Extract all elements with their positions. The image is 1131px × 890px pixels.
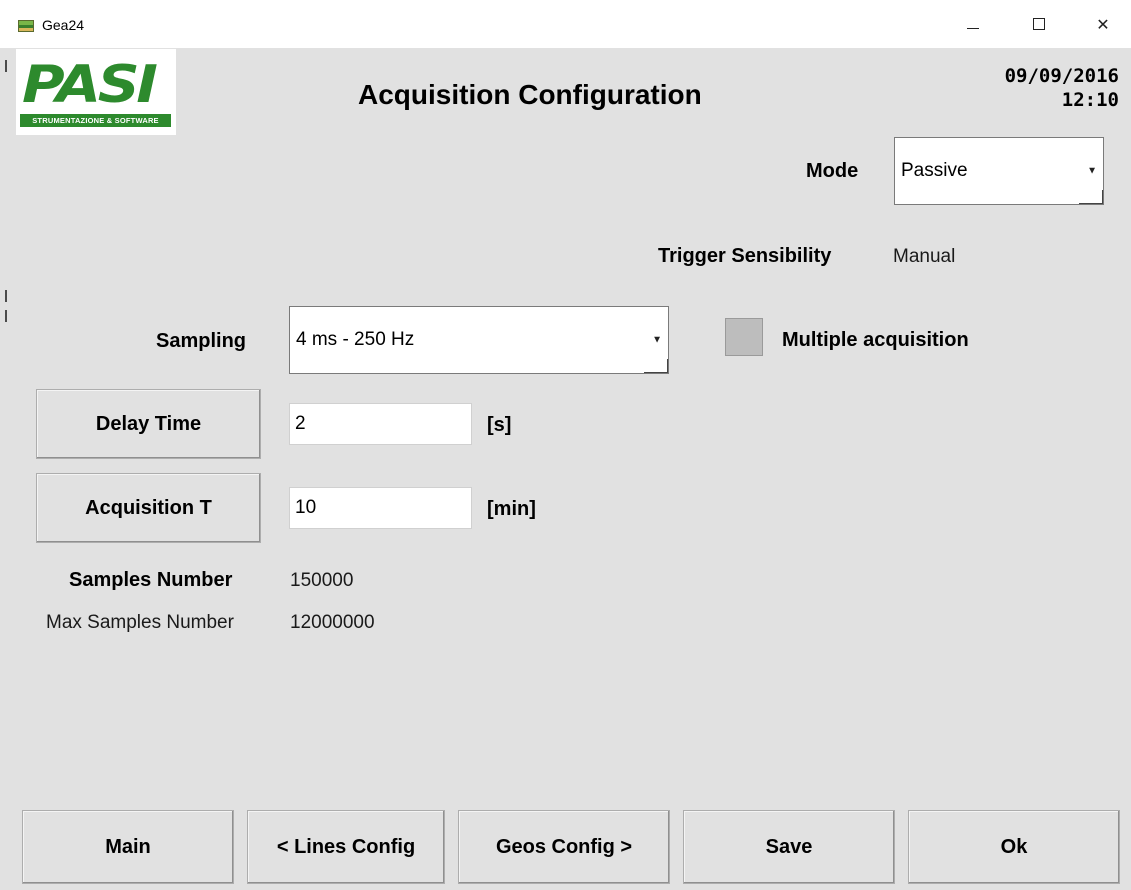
delay-time-input[interactable]: 2 — [289, 403, 472, 445]
app-icon — [18, 20, 34, 32]
sampling-value: 4 ms - 250 Hz — [296, 329, 415, 350]
window-titlebar: Gea24 ✕ — [0, 0, 1131, 48]
delay-time-unit: [s] — [487, 414, 512, 436]
mode-value: Passive — [901, 160, 968, 181]
datetime-display: 09/09/2016 12:10 — [1005, 64, 1119, 112]
main-button[interactable]: Main — [22, 810, 234, 884]
page-title: Acquisition Configuration — [358, 79, 702, 110]
trigger-sensibility-value: Manual — [893, 246, 956, 267]
combo-corner — [644, 359, 668, 373]
window-title: Gea24 — [42, 17, 85, 33]
acquisition-time-input[interactable]: 10 — [289, 487, 472, 529]
edge-mark — [5, 310, 7, 322]
geos-config-button[interactable]: Geos Config > — [458, 810, 670, 884]
acquisition-time-button[interactable]: Acquisition T — [36, 473, 261, 543]
acquisition-time-unit: [min] — [487, 498, 536, 520]
dropdown-arrow-icon: ▼ — [1087, 165, 1097, 177]
save-button[interactable]: Save — [683, 810, 895, 884]
logo-tagline: STRUMENTAZIONE & SOFTWARE — [20, 114, 171, 127]
close-button[interactable]: ✕ — [1080, 8, 1126, 40]
combo-corner — [1079, 190, 1103, 204]
multiple-acquisition-label: Multiple acquisition — [782, 329, 969, 351]
ok-button[interactable]: Ok — [908, 810, 1120, 884]
multiple-acquisition-checkbox[interactable] — [725, 318, 763, 356]
max-samples-number-value: 12000000 — [290, 612, 375, 633]
mode-select[interactable]: Passive ▼ — [894, 137, 1104, 205]
max-samples-number-label: Max Samples Number — [46, 612, 234, 633]
minimize-button[interactable] — [950, 8, 996, 40]
logo-letters: PASI — [22, 55, 158, 115]
maximize-icon — [1033, 18, 1045, 30]
company-logo: PASI STRUMENTAZIONE & SOFTWARE — [16, 49, 176, 135]
trigger-sensibility-label: Trigger Sensibility — [658, 245, 832, 267]
delay-time-button[interactable]: Delay Time — [36, 389, 261, 459]
mode-label: Mode — [806, 160, 859, 182]
time-text: 12:10 — [1061, 89, 1119, 111]
samples-number-value: 150000 — [290, 570, 354, 591]
lines-config-button[interactable]: < Lines Config — [247, 810, 445, 884]
sampling-select[interactable]: 4 ms - 250 Hz ▼ — [289, 306, 669, 374]
minimize-icon — [967, 27, 979, 29]
dropdown-arrow-icon: ▼ — [652, 334, 662, 346]
samples-number-label: Samples Number — [69, 569, 233, 591]
edge-mark — [5, 290, 7, 302]
sampling-label: Sampling — [156, 330, 247, 352]
maximize-button[interactable] — [1016, 8, 1062, 40]
date-text: 09/09/2016 — [1004, 65, 1119, 87]
edge-mark — [5, 60, 7, 72]
close-icon: ✕ — [1096, 14, 1110, 34]
